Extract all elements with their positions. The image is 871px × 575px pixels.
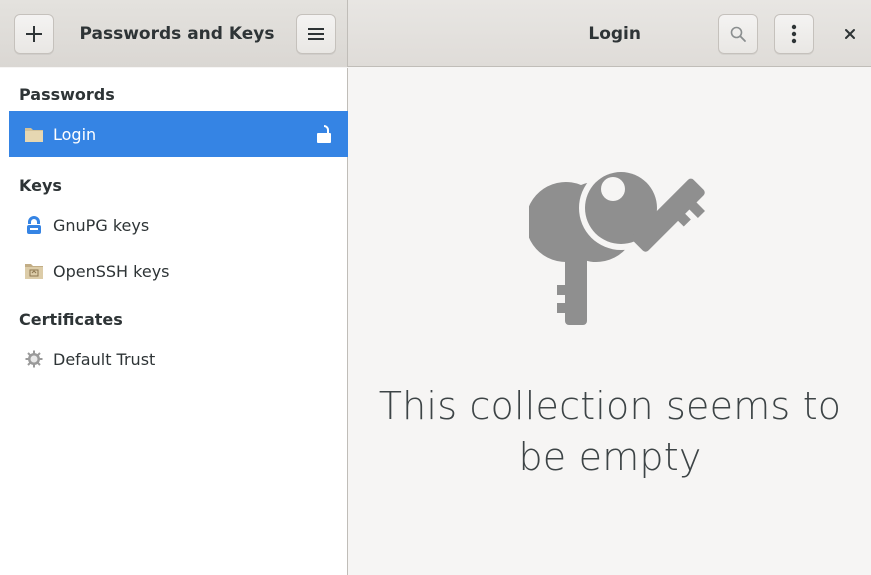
header-left-pane: Passwords and Keys <box>0 0 348 67</box>
section-heading-certificates: Certificates <box>19 310 123 329</box>
section-heading-passwords: Passwords <box>19 85 115 104</box>
plus-icon <box>26 26 42 42</box>
more-options-button[interactable] <box>774 14 814 54</box>
search-button[interactable] <box>718 14 758 54</box>
keys-icon <box>529 166 705 325</box>
empty-collection-message: This collection seems to be empty <box>378 384 842 479</box>
sidebar-item-openssh-keys[interactable]: OpenSSH keys <box>9 248 348 294</box>
sidebar-item-label: Login <box>53 124 97 144</box>
sidebar-item-label: Default Trust <box>53 349 156 369</box>
sidebar: Passwords Login Keys GnuPG keys OpenSSH … <box>0 68 348 575</box>
section-heading-keys: Keys <box>19 176 62 195</box>
vertical-ellipsis-icon <box>791 24 797 44</box>
collection-title: Login <box>588 23 641 44</box>
close-icon <box>845 29 855 39</box>
ssh-folder-icon <box>23 260 45 282</box>
hamburger-menu-icon <box>308 28 324 40</box>
gnupg-icon <box>23 214 45 236</box>
app-title: Passwords and Keys <box>79 23 275 44</box>
unlocked-padlock-icon[interactable] <box>314 124 334 144</box>
folder-icon <box>23 123 45 145</box>
sidebar-item-label: GnuPG keys <box>53 215 150 235</box>
header-bar: Passwords and Keys Login <box>0 0 871 67</box>
collection-content-area: This collection seems to be empty <box>349 68 871 575</box>
seahorse-window: Passwords and Keys Login Passwords Login… <box>0 0 871 575</box>
close-window-button[interactable] <box>838 22 862 46</box>
sidebar-item-label: OpenSSH keys <box>53 261 170 281</box>
sidebar-item-default-trust[interactable]: Default Trust <box>9 336 348 382</box>
add-button[interactable] <box>14 14 54 54</box>
search-icon <box>730 26 746 42</box>
gear-icon <box>23 348 45 370</box>
sidebar-item-login[interactable]: Login <box>9 111 348 157</box>
sidebar-item-gnupg-keys[interactable]: GnuPG keys <box>9 202 348 248</box>
main-menu-button[interactable] <box>296 14 336 54</box>
